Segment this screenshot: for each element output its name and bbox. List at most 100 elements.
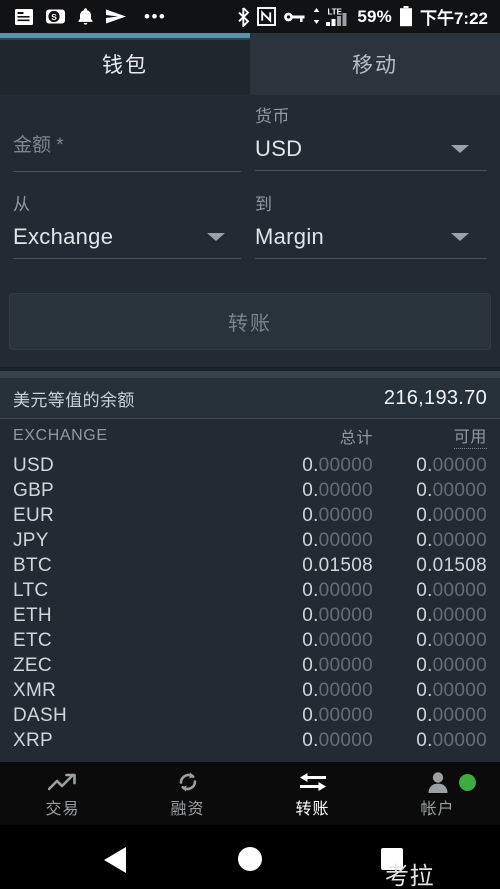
row-total: 0.00000: [302, 504, 373, 526]
row-available: 0.00000: [416, 504, 487, 526]
send-icon: [105, 8, 127, 25]
table-row[interactable]: ZEC 0.00000 0.00000: [0, 653, 500, 678]
row-total: 0.00000: [302, 629, 373, 651]
nav-item-trade[interactable]: 交易: [0, 762, 125, 825]
amount-field[interactable]: 金额 *: [13, 130, 241, 172]
row-available: 0.00000: [416, 654, 487, 676]
row-total: 0.00000: [302, 529, 373, 551]
row-available: 0.00000: [416, 529, 487, 551]
table-body: USD 0.00000 0.00000 GBP 0.00000 0.00000 EUR 0.0…: [0, 453, 500, 753]
chevron-down-icon[interactable]: [451, 145, 469, 153]
person-icon: [427, 768, 449, 794]
transfer-button-label: 转账: [228, 313, 272, 335]
nav-item-transfer[interactable]: 转账: [250, 762, 375, 825]
row-symbol: ETC: [13, 629, 52, 651]
row-symbol: BTC: [13, 554, 52, 576]
table-row[interactable]: DASH 0.00000 0.00000: [0, 703, 500, 728]
row-available: 0.00000: [416, 704, 487, 726]
nav-item-account[interactable]: 帐户: [375, 762, 500, 825]
row-available: 0.00000: [416, 679, 487, 701]
row-total: 0.00000: [302, 604, 373, 626]
nav-item-transfer-label: 转账: [295, 801, 330, 818]
column-header-available[interactable]: 可用: [453, 423, 487, 449]
usd-equivalent-balance-row: 美元等值的余额 216,193.70: [0, 378, 500, 419]
row-total: 0.00000: [302, 579, 373, 601]
from-value: Exchange: [13, 224, 114, 249]
battery-percent-label: 59%: [357, 6, 392, 26]
watermark-label: 考拉@kds: [385, 862, 434, 889]
table-row[interactable]: EUR 0.00000 0.00000: [0, 503, 500, 528]
row-available: 0.00000: [416, 579, 487, 601]
row-total: 0.00000: [302, 479, 373, 501]
row-symbol: GBP: [13, 479, 55, 501]
table-row[interactable]: XMR 0.00000 0.00000: [0, 678, 500, 703]
chevron-down-icon[interactable]: [207, 233, 225, 241]
row-symbol: USD: [13, 454, 55, 476]
row-total: 0.00000: [302, 654, 373, 676]
table-header-row: EXCHANGE 总计 可用: [0, 419, 500, 453]
table-row[interactable]: JPY 0.00000 0.00000: [0, 528, 500, 553]
column-header-total[interactable]: 总计: [340, 430, 373, 447]
home-circle-icon[interactable]: [238, 847, 262, 871]
to-value: Margin: [255, 224, 325, 249]
to-underline: [255, 258, 487, 259]
vpn-key-icon: [283, 10, 305, 24]
status-bar: S ••• LTE 59% 下午7:22: [0, 0, 500, 33]
table-row[interactable]: ETH 0.00000 0.00000: [0, 603, 500, 628]
row-symbol: EUR: [13, 504, 55, 526]
bottom-navigation-bar: 交易 融资 转账 帐户: [0, 762, 500, 825]
row-symbol: JPY: [13, 529, 49, 551]
row-symbol: XRP: [13, 729, 53, 751]
row-available: 0.00000: [416, 454, 487, 476]
tab-move[interactable]: 移动: [250, 33, 500, 95]
tab-active-underline: [0, 38, 250, 40]
transfer-arrows-icon: [298, 768, 328, 794]
row-available: 0.01508: [416, 554, 487, 576]
currency-underline: [255, 170, 487, 171]
table-row[interactable]: BTC 0.01508 0.01508: [0, 553, 500, 578]
row-symbol: DASH: [13, 704, 67, 726]
row-total: 0.00000: [302, 454, 373, 476]
table-row[interactable]: GBP 0.00000 0.00000: [0, 478, 500, 503]
to-label: 到: [255, 195, 273, 214]
table-row[interactable]: XRP 0.00000 0.00000: [0, 728, 500, 753]
bell-icon: [77, 7, 94, 26]
status-bar-right-icons: LTE 59% 下午7:22: [237, 4, 494, 29]
row-symbol: LTC: [13, 579, 49, 601]
tab-inactive-underline: [250, 38, 500, 40]
currency-label: 货币: [255, 107, 290, 126]
exchange-wallet-table[interactable]: EXCHANGE 总计 可用 USD 0.00000 0.00000 GBP 0.000…: [0, 419, 500, 762]
online-status-dot: [459, 774, 476, 791]
from-label: 从: [13, 195, 31, 214]
nav-item-funding[interactable]: 融资: [125, 762, 250, 825]
chevron-down-icon[interactable]: [451, 233, 469, 241]
currency-select[interactable]: 货币 USD: [255, 102, 487, 171]
tab-move-label: 移动: [352, 54, 398, 77]
row-total: 0.01508: [302, 554, 373, 576]
table-row[interactable]: LTC 0.00000 0.00000: [0, 578, 500, 603]
clock-label: 下午7:22: [419, 9, 488, 28]
lte-signal-icon: LTE: [312, 7, 350, 27]
bluetooth-icon: [237, 6, 250, 27]
overflow-dots-icon: •••: [144, 6, 167, 26]
balance-label: 美元等值的余额: [13, 390, 135, 410]
row-available: 0.00000: [416, 604, 487, 626]
nfc-icon: [257, 7, 277, 26]
battery-icon: [399, 6, 413, 27]
row-symbol: XMR: [13, 679, 57, 701]
from-select[interactable]: 从 Exchange: [13, 190, 241, 259]
tab-wallet-label: 钱包: [102, 54, 148, 77]
table-row[interactable]: ETC 0.00000 0.00000: [0, 628, 500, 653]
column-header-account[interactable]: EXCHANGE: [13, 427, 251, 445]
tab-wallet[interactable]: 钱包: [0, 33, 250, 95]
transfer-form: 金额 * 货币 USD 从 Exchange 到 Margin: [0, 95, 500, 275]
back-triangle-icon[interactable]: [104, 847, 126, 873]
transfer-button[interactable]: 转账: [9, 293, 491, 350]
amount-underline: [13, 171, 241, 172]
status-bar-left-icons: S •••: [6, 7, 172, 26]
row-available: 0.00000: [416, 729, 487, 751]
table-row[interactable]: USD 0.00000 0.00000: [0, 453, 500, 478]
to-select[interactable]: 到 Margin: [255, 190, 487, 259]
nav-item-trade-label: 交易: [45, 801, 80, 818]
android-navigation-bar: 考拉@kds: [0, 825, 500, 889]
